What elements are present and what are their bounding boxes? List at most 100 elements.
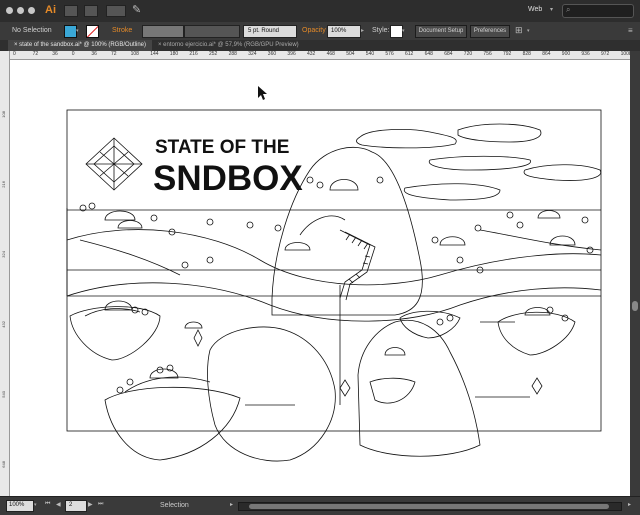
ruler-tick: 324 — [248, 51, 257, 57]
search-icon: ⌕ — [566, 5, 571, 14]
cloud-3 — [428, 155, 531, 171]
right-path — [479, 229, 602, 251]
central-mountain-ridge — [299, 215, 346, 236]
ruler-tick: 720 — [463, 51, 473, 57]
ruler-tick: 216 — [189, 51, 198, 57]
ruler-tick: 504 — [346, 51, 355, 57]
ruler-tick: 432 — [307, 51, 316, 57]
chevron-down-icon: ▾ — [402, 28, 405, 34]
control-bar: No Selection ▾ Stroke 5 pt. Round Opacit… — [0, 22, 640, 41]
ruler-tick: 360 — [267, 51, 277, 57]
application-title-bar: Ai ✎ Web ▾ ⌕ — [0, 0, 640, 23]
ruler-tick: 216 — [1, 181, 6, 188]
scrollbar-thumb[interactable] — [249, 504, 609, 509]
variable-width-profile-dropdown[interactable] — [184, 25, 240, 38]
fences — [245, 321, 530, 406]
ruler-tick: 108 — [130, 51, 139, 57]
opacity-label[interactable]: Opacity — [302, 27, 326, 34]
document-setup-button[interactable]: Document Setup — [415, 25, 467, 38]
panel-menu-icon[interactable]: ≡ — [628, 26, 633, 35]
ruler-tick: 828 — [522, 51, 531, 57]
chevron-down-icon: ▾ — [76, 28, 79, 34]
scroll-right-icon[interactable]: ▸ — [628, 501, 631, 508]
cloud-5 — [403, 183, 501, 201]
stroke-weight-field[interactable] — [142, 25, 184, 38]
ruler-tick: 108 — [1, 111, 6, 118]
opacity-field[interactable]: 100% — [327, 25, 361, 38]
tab-label: entorno ejercicio.ai* @ 57,9% (RGB/GPU P… — [163, 42, 299, 48]
ruler-tick: 576 — [385, 51, 394, 57]
ruler-tick: 0 — [13, 51, 16, 57]
bridge-icon[interactable] — [64, 5, 78, 17]
page-field[interactable]: 2 — [65, 500, 87, 512]
ruler-tick: 540 — [365, 51, 375, 57]
selection-state-label: No Selection — [12, 27, 52, 34]
zoom-window-button[interactable] — [28, 7, 35, 14]
ruler-tick: 252 — [209, 51, 218, 57]
river-curve-bottom — [66, 282, 602, 322]
cloud-4 — [523, 164, 602, 181]
ruler-tick: 612 — [405, 51, 414, 57]
ruler-tick: 36 — [52, 51, 58, 57]
artwork-title-line1: STATE OF THE — [155, 137, 289, 158]
style-label: Style: — [372, 27, 390, 34]
horizontal-scrollbar[interactable] — [238, 502, 622, 511]
ruler-tick: 900 — [561, 51, 571, 57]
scrollbar-thumb[interactable] — [632, 301, 638, 311]
chevron-down-icon[interactable]: ▾ — [34, 502, 37, 508]
cloud-1 — [356, 129, 457, 149]
ruler-tick: 180 — [169, 51, 179, 57]
ruler-tick: 468 — [326, 51, 335, 57]
tab-state-of-the-sandbox[interactable]: × state of the sandbox.ai* @ 100% (RGB/O… — [8, 40, 152, 51]
tab-label: state of the sandbox.ai* @ 100% (RGB/Out… — [19, 42, 146, 48]
previous-page-icon[interactable]: ◀ — [56, 501, 61, 508]
stroke-color-swatch[interactable] — [86, 25, 99, 38]
ruler-tick: 72 — [111, 51, 117, 57]
vertical-ruler[interactable]: 108 216 324 432 540 648 — [0, 51, 10, 496]
zoom-value: 100% — [9, 502, 25, 508]
last-page-icon[interactable]: ⏭ — [98, 501, 103, 508]
current-tool-label: Selection — [160, 502, 189, 509]
ruler-tick: 36 — [91, 51, 97, 57]
chevron-down-icon: ▾ — [550, 7, 554, 13]
search-input[interactable]: ⌕ — [562, 4, 634, 18]
bottom-right-mountain — [357, 320, 481, 457]
first-page-icon[interactable]: ⏮ — [45, 501, 50, 508]
brush-definition-dropdown[interactable]: 5 pt. Round — [243, 25, 297, 38]
minimize-window-button[interactable] — [17, 7, 24, 14]
close-window-button[interactable] — [6, 7, 13, 14]
ruler-tick: 684 — [444, 51, 453, 57]
arrange-icon[interactable]: ⊞ — [515, 25, 523, 36]
ruler-tick: 288 — [228, 51, 237, 57]
ruler-tick: 792 — [503, 51, 512, 57]
stroke-label[interactable]: Stroke — [112, 27, 132, 34]
ruler-tick: 972 — [601, 51, 610, 57]
workspace-switcher[interactable]: Web — [528, 6, 542, 13]
ruler-tick: 756 — [483, 51, 492, 57]
chevron-right-icon[interactable]: ▸ — [361, 27, 364, 34]
zoom-field[interactable]: 100% — [6, 500, 34, 512]
tab-entorno-ejercicio[interactable]: × entorno ejercicio.ai* @ 57,9% (RGB/GPU… — [152, 40, 305, 51]
bridge-path-edge — [344, 231, 376, 301]
ruler-tick: 72 — [32, 51, 39, 57]
gpu-performance-icon[interactable]: ✎ — [132, 3, 141, 16]
next-page-icon[interactable]: ▶ — [88, 501, 93, 508]
preferences-button[interactable]: Preferences — [470, 25, 510, 38]
ruler-tick: 864 — [542, 51, 551, 57]
artwork-title-line2: SNDBOX — [153, 159, 303, 198]
page-value: 2 — [69, 502, 73, 508]
ruler-tick: 0 — [71, 51, 75, 57]
logo-diamond-icon — [85, 137, 143, 191]
brush-label: 5 pt. Round — [248, 28, 280, 34]
stock-icon[interactable] — [84, 5, 98, 17]
vertical-scrollbar[interactable] — [630, 51, 640, 496]
status-bar: 100% ▾ ⏮ ◀ 2 ▶ ⏭ Selection ▸ ▸ — [0, 496, 640, 515]
status-menu-icon[interactable]: ▸ — [230, 501, 233, 508]
right-floating-island — [497, 311, 576, 356]
outline-artwork[interactable]: STATE OF THE SNDBOX — [10, 60, 630, 496]
horizontal-ruler[interactable]: 0 72 36 0 36 72 108 144 180 216 252 288 324 360 396 432… — [9, 51, 631, 60]
arrange-documents-icon[interactable] — [106, 5, 126, 17]
ruler-tick: 540 — [1, 391, 6, 398]
tree-clusters — [79, 176, 594, 394]
artboard-canvas[interactable]: STATE OF THE SNDBOX — [10, 60, 630, 496]
